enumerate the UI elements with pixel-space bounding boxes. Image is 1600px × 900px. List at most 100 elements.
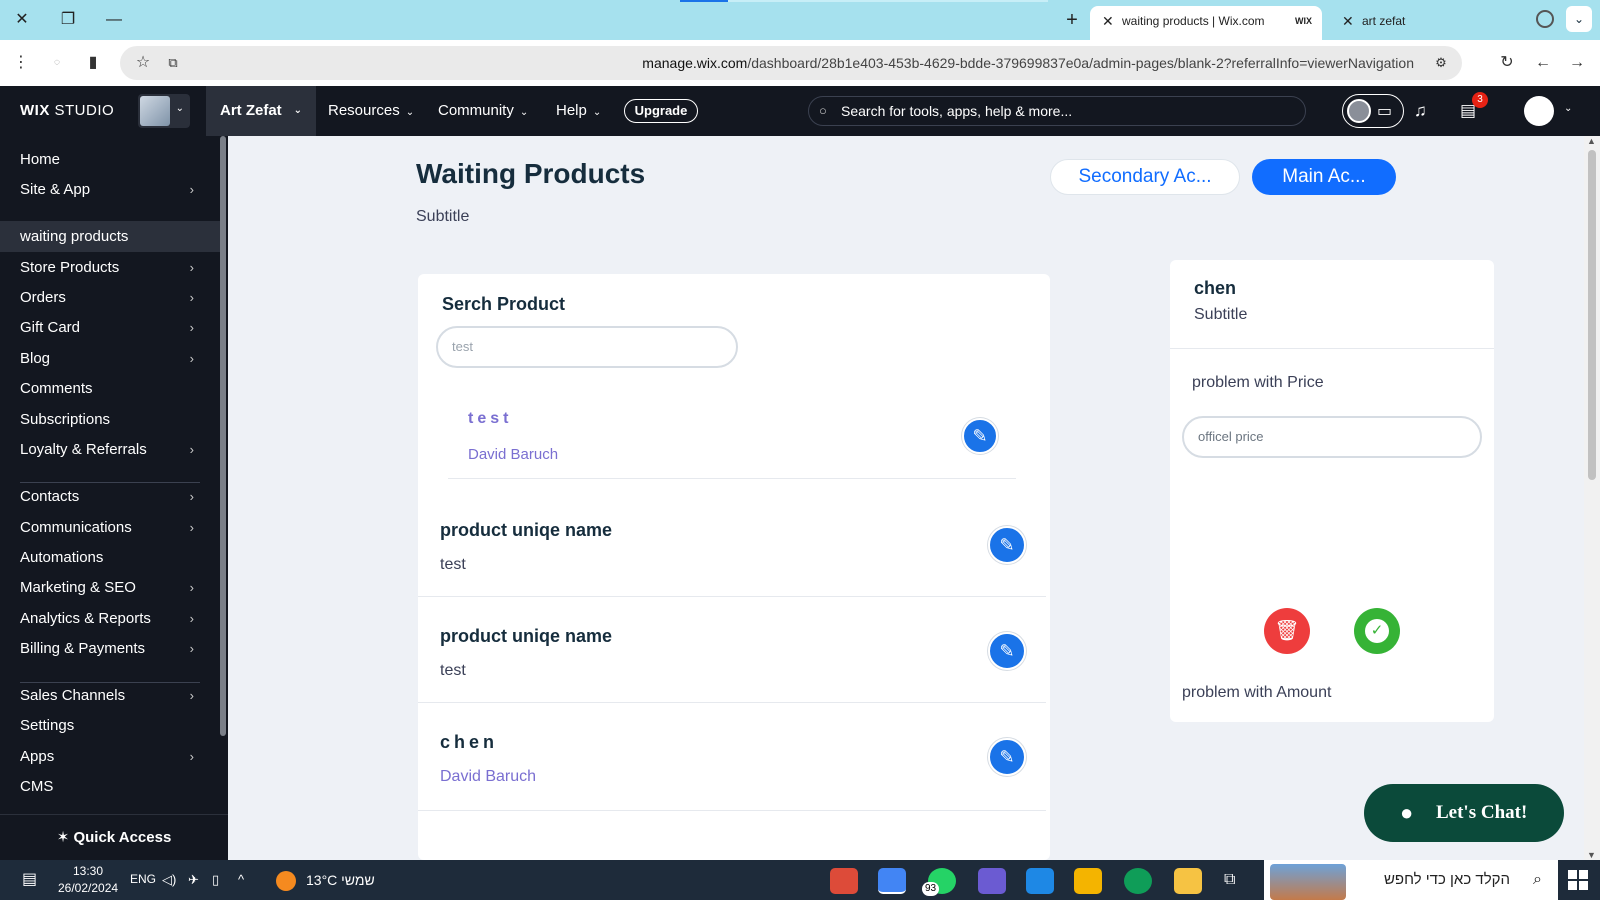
sidebar-item-automations[interactable]: Automations: [0, 542, 220, 573]
sidebar-item-comments[interactable]: Comments: [0, 373, 220, 404]
sidebar-toggle-icon[interactable]: ▮: [82, 52, 104, 74]
upgrade-button[interactable]: Upgrade: [624, 99, 698, 123]
sidebar-item-sales-channels[interactable]: Sales Channels ›: [0, 680, 220, 711]
pencil-icon[interactable]: ✎: [988, 526, 1026, 564]
sidebar-scrollbar[interactable]: [220, 136, 226, 736]
network-icon[interactable]: ✈: [188, 868, 199, 892]
url-field[interactable]: ☆ ⧉ manage.wix.com/dashboard/28b1e403-45…: [120, 46, 1462, 80]
user-avatar[interactable]: ⌄: [1524, 96, 1572, 126]
address-bar-row: ⋮ ◌ ▮ ☆ ⧉ manage.wix.com/dashboard/28b1e…: [0, 40, 1600, 86]
extension-icon[interactable]: [1536, 10, 1554, 28]
sidebar-item-orders[interactable]: Orders ›: [0, 282, 220, 313]
chevron-right-icon: ›: [189, 611, 194, 626]
store-app-icon[interactable]: [1074, 868, 1102, 894]
pencil-icon[interactable]: ✎: [988, 738, 1026, 776]
site-switcher[interactable]: ⌄: [138, 94, 190, 128]
list-item[interactable]: product uniqe name test ✎: [418, 478, 1046, 597]
edge-app-icon[interactable]: [1124, 868, 1152, 894]
site-settings-icon[interactable]: ⚙: [1430, 52, 1452, 74]
sidebar-item-label: Communications: [20, 519, 132, 536]
sidebar-divider: [20, 682, 200, 683]
list-item[interactable]: product uniqe name test ✎: [418, 596, 1046, 703]
file-explorer-icon[interactable]: [1174, 868, 1202, 894]
chevron-up-icon[interactable]: ^: [238, 868, 244, 892]
window-close-icon[interactable]: ✕: [10, 8, 34, 32]
battery-icon[interactable]: ▯: [212, 868, 219, 892]
tab-close-icon[interactable]: ✕: [1102, 6, 1114, 36]
sidebar-item-marketing-seo[interactable]: Marketing & SEO ›: [0, 572, 220, 603]
sidebar-item-site-app[interactable]: Site & App ›: [0, 174, 220, 205]
chrome-app-icon[interactable]: [830, 868, 858, 894]
approve-button[interactable]: ✓: [1354, 608, 1400, 654]
product-name: chen: [440, 732, 499, 752]
windows-search-box[interactable]: הקלד כאן כדי לחפש ⌕: [1264, 860, 1558, 900]
window-restore-icon[interactable]: ❐: [56, 8, 80, 32]
sidebar-item-store-products[interactable]: Store Products ›: [0, 252, 220, 283]
volume-icon[interactable]: ◁): [162, 868, 176, 892]
browser-tab-inactive[interactable]: ✕ art zefat: [1330, 6, 1530, 40]
product-search-input[interactable]: test: [436, 326, 738, 368]
translate-icon[interactable]: ⧉: [162, 52, 184, 74]
sidebar-item-label: Blog: [20, 350, 51, 367]
copilot-app-icon[interactable]: [978, 868, 1006, 894]
task-view-icon[interactable]: ⧉: [1224, 868, 1235, 892]
browser-tab-active[interactable]: ✕ waiting products | Wix.com WIX: [1090, 6, 1322, 40]
scrollbar-thumb[interactable]: [1588, 150, 1596, 480]
main-action-button[interactable]: Main Ac...: [1252, 159, 1396, 195]
sidebar-item-gift-card[interactable]: Gift Card ›: [0, 312, 220, 343]
account-chat-toggle[interactable]: ▭: [1342, 94, 1404, 128]
browser-menu-icon[interactable]: ⋮: [10, 52, 32, 74]
notification-center-icon[interactable]: ▤: [22, 868, 37, 892]
tab-search-chevron-icon[interactable]: ⌄: [1566, 6, 1592, 32]
tab-close-icon[interactable]: ✕: [1342, 6, 1354, 36]
sidebar-item-cms[interactable]: CMS: [0, 771, 220, 802]
profile-icon[interactable]: ◌: [46, 52, 68, 74]
mail-app-icon[interactable]: [1026, 868, 1054, 894]
nav-help[interactable]: Help ⌄: [556, 86, 601, 138]
chrome-active-app-icon[interactable]: [878, 868, 906, 894]
sidebar-item-loyalty-referrals[interactable]: Loyalty & Referrals ›: [0, 434, 220, 465]
site-name-menu[interactable]: Art Zefat ⌄: [206, 86, 316, 136]
pencil-icon[interactable]: ✎: [962, 418, 998, 454]
wix-studio-logo[interactable]: WIX STUDIO: [20, 86, 114, 136]
secondary-action-button[interactable]: Secondary Ac...: [1050, 159, 1240, 195]
lets-chat-button[interactable]: ● Let's Chat!: [1364, 784, 1564, 842]
back-icon[interactable]: ←: [1532, 52, 1554, 74]
sidebar-item-billing-payments[interactable]: Billing & Payments ›: [0, 633, 220, 664]
sidebar-item-subscriptions[interactable]: Subscriptions: [0, 404, 220, 435]
sidebar-item-label: Sales Channels: [20, 687, 126, 704]
sidebar-item-label: Analytics & Reports: [20, 610, 151, 627]
sidebar-item-waiting-products[interactable]: waiting products: [0, 221, 220, 252]
bookmark-star-icon[interactable]: ☆: [132, 52, 154, 74]
quick-access-button[interactable]: ✶ Quick Access: [0, 814, 228, 860]
sidebar-item-apps[interactable]: Apps ›: [0, 741, 220, 772]
nav-community[interactable]: Community ⌄: [438, 86, 528, 138]
windows-start-icon[interactable]: [1568, 870, 1588, 890]
list-item[interactable]: test David Baruch ✎: [418, 392, 1046, 479]
page-scrollbar[interactable]: ▲ ▼: [1584, 136, 1600, 860]
bell-icon[interactable]: ♫: [1414, 86, 1427, 136]
delete-button[interactable]: 🗑: [1264, 608, 1310, 654]
sidebar-item-settings[interactable]: Settings: [0, 710, 220, 741]
sidebar-item-analytics-reports[interactable]: Analytics & Reports ›: [0, 603, 220, 634]
window-minimize-icon[interactable]: —: [102, 8, 126, 32]
scroll-up-icon[interactable]: ▲: [1587, 136, 1596, 146]
weather-sun-icon[interactable]: [276, 871, 296, 891]
sidebar-item-contacts[interactable]: Contacts ›: [0, 481, 220, 512]
global-search-input[interactable]: ○ Search for tools, apps, help & more...: [808, 96, 1306, 126]
forward-icon[interactable]: →: [1566, 52, 1588, 74]
sidebar-item-label: Subscriptions: [20, 411, 111, 428]
new-tab-icon[interactable]: +: [1060, 8, 1084, 32]
official-price-input[interactable]: officel price: [1182, 416, 1482, 458]
weather-widget[interactable]: 13°C שמשי: [306, 872, 375, 888]
sidebar-item-communications[interactable]: Communications ›: [0, 512, 220, 543]
sidebar-item-blog[interactable]: Blog ›: [0, 343, 220, 374]
scroll-down-icon[interactable]: ▼: [1587, 850, 1596, 860]
sidebar-item-home[interactable]: Home: [0, 144, 220, 175]
nav-resources[interactable]: Resources ⌄: [328, 86, 414, 138]
language-indicator[interactable]: ENG: [130, 872, 156, 886]
taskbar-clock[interactable]: 13:30 26/02/2024: [58, 863, 118, 897]
list-item[interactable]: chen David Baruch ✎: [418, 702, 1046, 811]
reload-icon[interactable]: ↻: [1496, 52, 1518, 74]
pencil-icon[interactable]: ✎: [988, 632, 1026, 670]
